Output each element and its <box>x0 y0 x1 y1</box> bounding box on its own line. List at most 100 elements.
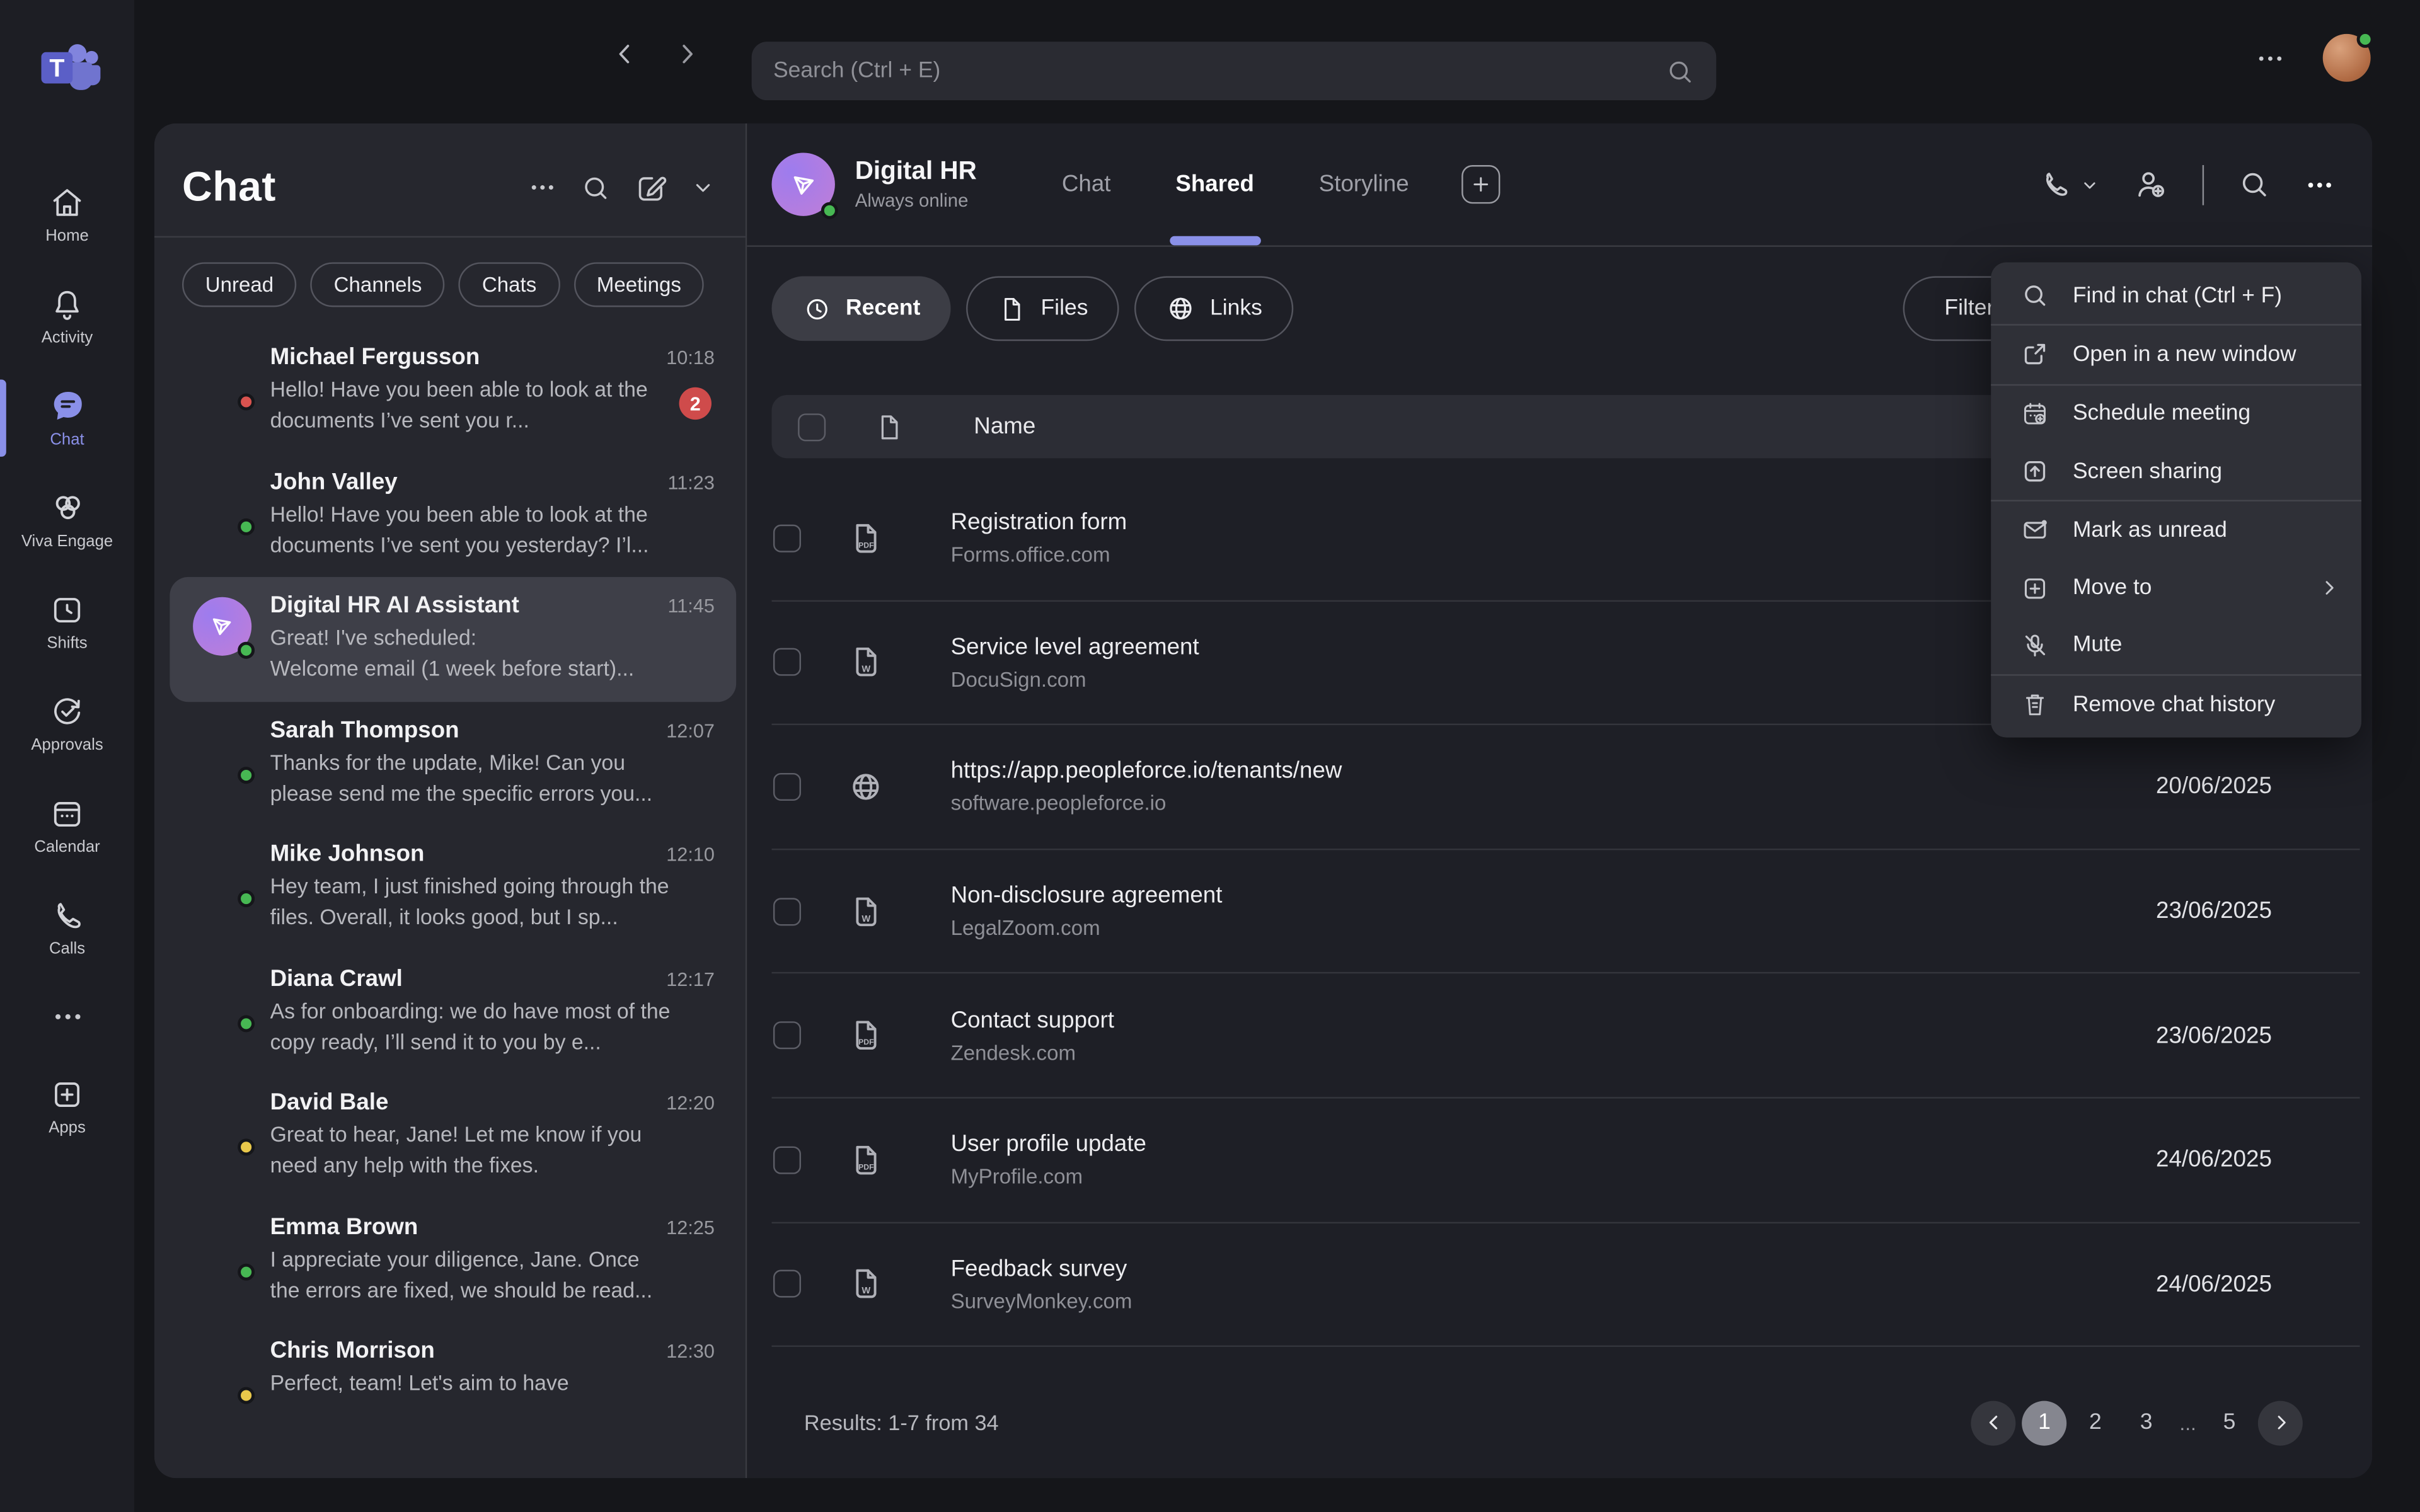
sidebar-item-home[interactable]: Home <box>0 164 134 266</box>
next-page-button[interactable] <box>2258 1400 2303 1445</box>
tab-label: Storyline <box>1319 171 1409 198</box>
files-view-button[interactable]: Files <box>967 276 1119 341</box>
avatar <box>193 1218 251 1276</box>
tab-shared[interactable]: Shared <box>1175 123 1254 245</box>
add-people-icon[interactable] <box>2133 166 2168 202</box>
search-placeholder: Search (Ctrl + E) <box>773 59 1666 83</box>
global-search-input[interactable]: Search (Ctrl + E) <box>752 42 1717 100</box>
table-row[interactable]: PDFContact supportZendesk.com23/06/2025 <box>771 974 2360 1098</box>
back-button[interactable] <box>611 40 639 68</box>
chat-list-item[interactable]: Diana Crawl12:17As for onboarding: we do… <box>170 949 736 1074</box>
chat-list-item[interactable]: Digital HR AI Assistant11:45Great! I've … <box>170 577 736 701</box>
chat-list-item[interactable]: Michael Fergusson10:18Hello! Have you be… <box>170 329 736 453</box>
select-all-checkbox[interactable] <box>798 413 826 440</box>
row-checkbox[interactable] <box>773 1022 801 1050</box>
menu-item-schedule-meeting[interactable]: Schedule meeting <box>1991 385 2361 442</box>
file-date: 23/06/2025 <box>2156 1022 2272 1049</box>
chat-list-panel: Chat UnreadChannelsChatsMeetings Michael… <box>154 123 747 1478</box>
pdf-file-icon: PDF <box>847 520 884 557</box>
tab-storyline[interactable]: Storyline <box>1319 123 1409 245</box>
links-view-button[interactable]: Links <box>1134 276 1293 341</box>
view-button-label: Links <box>1210 296 1262 321</box>
teams-logo-icon: T <box>32 31 103 102</box>
filter-label: Filter <box>1944 296 1994 321</box>
row-checkbox[interactable] <box>773 1270 801 1298</box>
conversation-avatar[interactable] <box>771 152 834 215</box>
call-button[interactable] <box>2039 168 2099 200</box>
chat-list-item[interactable]: Sarah Thompson12:07Thanks for the update… <box>170 701 736 825</box>
filter-chip-unread[interactable]: Unread <box>182 262 297 307</box>
svg-text:T: T <box>49 54 64 82</box>
sidebar-item-viva-engage[interactable]: Viva Engage <box>0 469 134 571</box>
file-name: Feedback survey <box>951 1256 1132 1282</box>
prev-page-button[interactable] <box>1971 1400 2016 1445</box>
chat-item-time: 12:07 <box>666 719 715 741</box>
file-source: LegalZoom.com <box>951 917 1223 940</box>
chat-item-body: Diana Crawl12:17As for onboarding: we do… <box>270 965 715 1074</box>
menu-item-move-to[interactable]: Move to <box>1991 559 2361 617</box>
menu-item-screen-sharing[interactable]: Screen sharing <box>1991 443 2361 500</box>
sidebar-item-chat[interactable]: Chat <box>0 367 134 469</box>
chevron-down-icon[interactable] <box>691 176 715 199</box>
page-button-2[interactable]: 2 <box>2073 1400 2118 1445</box>
tab-chat[interactable]: Chat <box>1062 123 1111 245</box>
add-tab-button[interactable] <box>1461 165 1500 203</box>
page-button-3[interactable]: 3 <box>2124 1400 2169 1445</box>
sidebar-item-activity[interactable]: Activity <box>0 265 134 367</box>
settings-more-icon[interactable] <box>2255 42 2286 73</box>
chat-more-icon[interactable] <box>528 173 558 202</box>
chat-list-item[interactable]: Emma Brown12:25I appreciate your diligen… <box>170 1198 736 1322</box>
filter-chip-meetings[interactable]: Meetings <box>573 262 705 307</box>
conversation-more-icon[interactable] <box>2304 169 2335 200</box>
row-checkbox[interactable] <box>773 524 801 552</box>
menu-item-find-in-chat-ctrl-f[interactable]: Find in chat (Ctrl + F) <box>1991 267 2361 324</box>
new-chat-icon[interactable] <box>635 171 669 205</box>
sidebar-item-apps[interactable]: Apps <box>0 1055 134 1157</box>
chat-search-icon[interactable] <box>580 172 611 203</box>
row-checkbox[interactable] <box>773 773 801 801</box>
row-checkbox[interactable] <box>773 649 801 677</box>
table-row[interactable]: WFeedback surveySurveyMonkey.com24/06/20… <box>771 1223 2360 1347</box>
chat-list-item[interactable]: John Valley11:23Hello! Have you been abl… <box>170 453 736 577</box>
chat-list-item[interactable]: Chris Morrison12:30Perfect, team! Let's … <box>170 1322 736 1446</box>
menu-item-open-in-a-new-window[interactable]: Open in a new window <box>1991 326 2361 383</box>
menu-item-label: Screen sharing <box>2073 459 2222 484</box>
chat-item-preview: As for onboarding: we do have most of th… <box>270 996 715 1058</box>
menu-item-mute[interactable]: Mute <box>1991 617 2361 674</box>
filter-chip-channels[interactable]: Channels <box>311 262 445 307</box>
chat-item-preview: Thanks for the update, Mike! Can you ple… <box>270 748 715 810</box>
menu-item-label: Open in a new window <box>2073 343 2296 367</box>
sidebar-item-approvals[interactable]: Approvals <box>0 673 134 775</box>
row-checkbox[interactable] <box>773 1146 801 1174</box>
svg-text:PDF: PDF <box>858 1162 874 1171</box>
page-button-5[interactable]: 5 <box>2207 1400 2252 1445</box>
menu-item-mark-as-unread[interactable]: Mark as unread <box>1991 501 2361 559</box>
home-icon <box>49 185 84 220</box>
sidebar-item-shifts[interactable]: Shifts <box>0 571 134 673</box>
profile-avatar[interactable] <box>2323 34 2371 82</box>
table-row[interactable]: https://app.peopleforce.io/tenants/newso… <box>771 725 2360 849</box>
recent-view-button[interactable]: Recent <box>771 276 951 341</box>
table-row[interactable]: PDFUser profile updateMyProfile.com24/06… <box>771 1099 2360 1223</box>
file-name: Contact support <box>951 1007 1114 1033</box>
table-row[interactable]: WNon-disclosure agreementLegalZoom.com23… <box>771 850 2360 974</box>
menu-item-label: Find in chat (Ctrl + F) <box>2073 284 2282 308</box>
menu-item-label: Mute <box>2073 633 2122 658</box>
forward-button[interactable] <box>673 40 701 68</box>
chat-list-item[interactable]: David Bale12:20Great to hear, Jane! Let … <box>170 1074 736 1198</box>
sidebar-item-calls[interactable]: Calls <box>0 876 134 978</box>
chat-list-item[interactable]: Mike Johnson12:10Hey team, I just finish… <box>170 825 736 949</box>
avatar <box>193 721 251 780</box>
link-globe-icon <box>847 769 884 806</box>
sidebar-more-button[interactable] <box>0 978 134 1055</box>
sidebar-item-calendar[interactable]: Calendar <box>0 774 134 876</box>
row-checkbox[interactable] <box>773 897 801 925</box>
chat-item-preview: Hello! Have you been able to look at the… <box>270 499 715 561</box>
chevron-right-icon <box>2318 577 2339 598</box>
page-button-1[interactable]: 1 <box>2022 1400 2067 1445</box>
menu-item-remove-chat-history[interactable]: Remove chat history <box>1991 676 2361 733</box>
filter-chip-chats[interactable]: Chats <box>459 262 560 307</box>
find-in-conversation-icon[interactable] <box>2238 168 2270 200</box>
word-file-icon: W <box>847 893 884 930</box>
svg-text:W: W <box>861 665 870 675</box>
